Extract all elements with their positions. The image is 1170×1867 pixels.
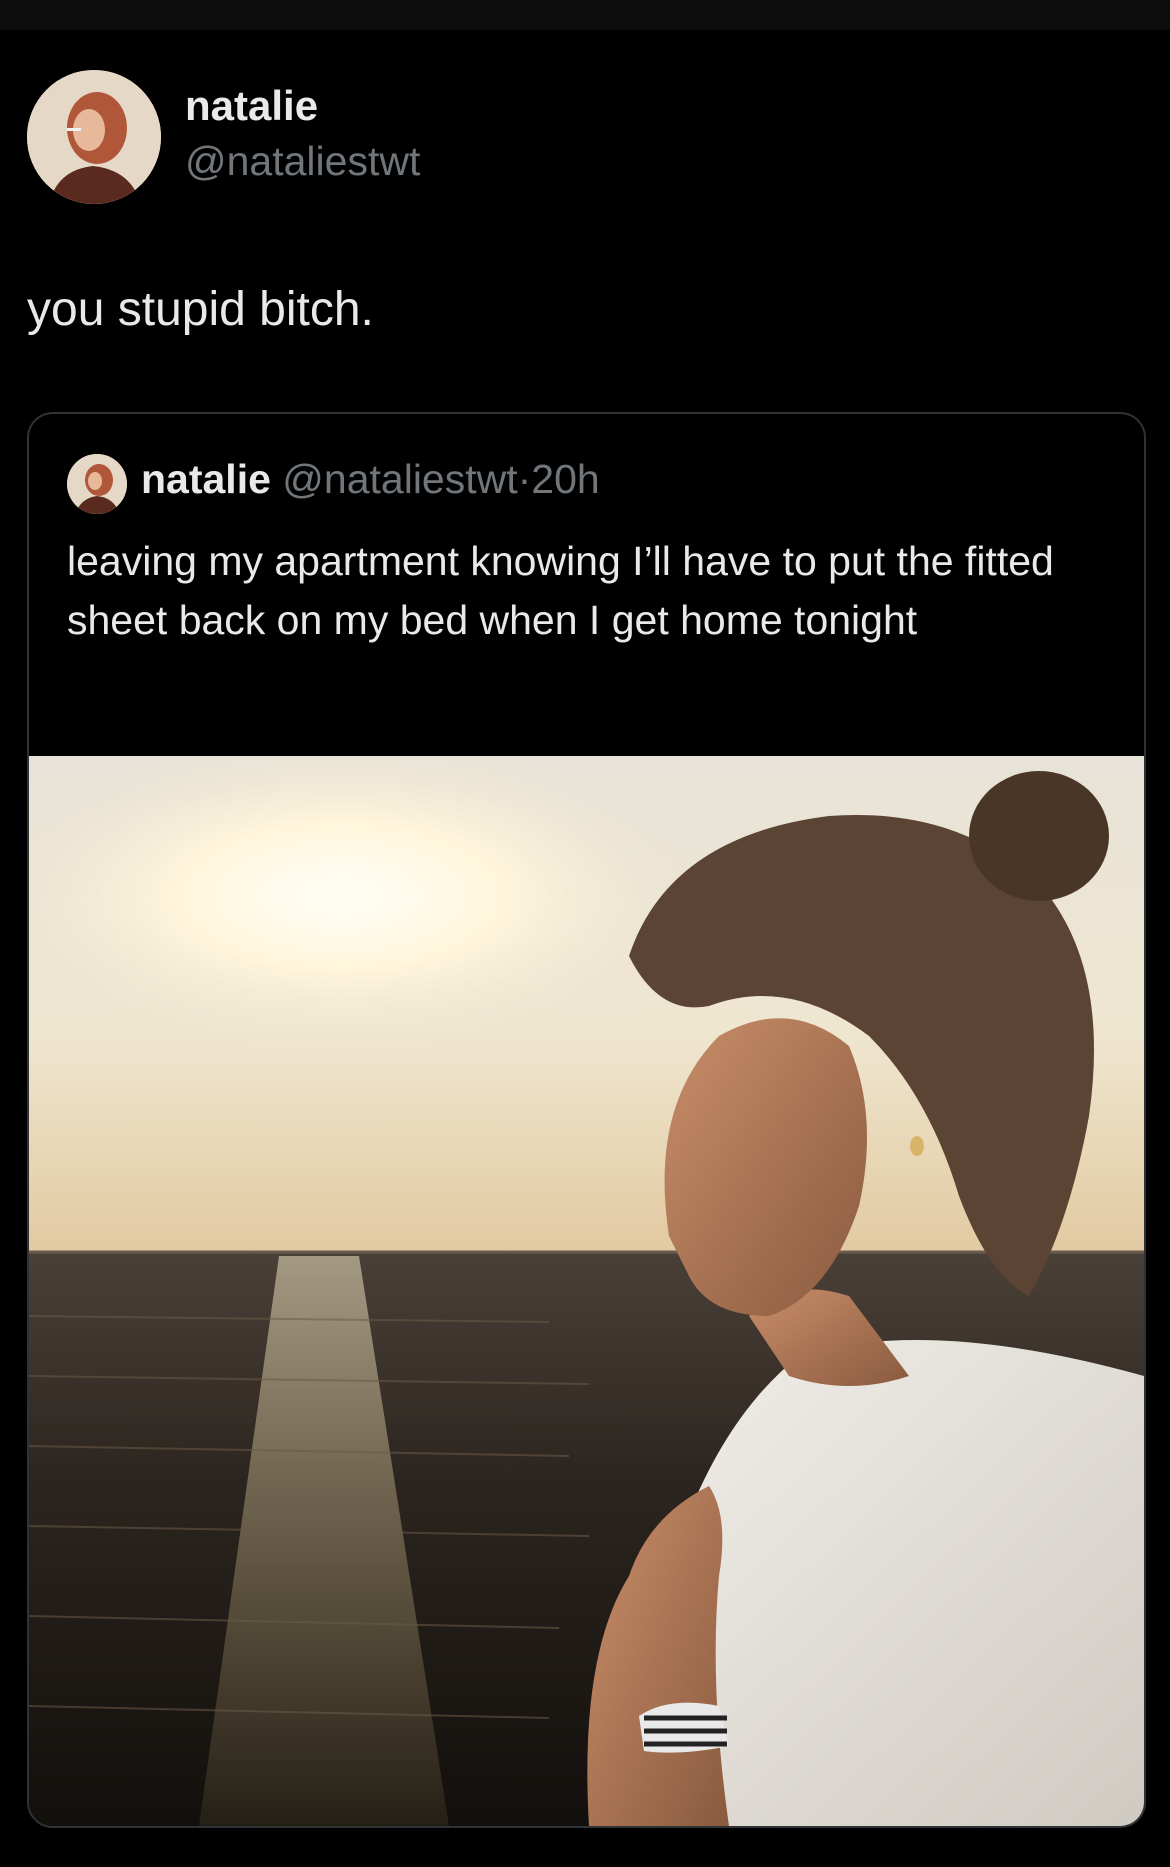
- quoted-tweet-card[interactable]: natalie @nataliestwt·20h leaving my apar…: [27, 412, 1146, 1828]
- sunset-prayer-photo: [29, 756, 1144, 1826]
- quoted-tweet-text: leaving my apartment knowing I’ll have t…: [67, 538, 1054, 643]
- quoted-separator-dot: ·: [517, 456, 532, 502]
- status-bar-strip: [0, 0, 1170, 30]
- tweet-text: you stupid bitch.: [27, 283, 374, 336]
- tweet: natalie @nataliestwt you stupid bitch. n…: [0, 30, 1170, 1867]
- author-name[interactable]: natalie: [185, 82, 318, 130]
- author-handle[interactable]: @nataliestwt: [185, 138, 420, 185]
- quoted-author-handle[interactable]: @nataliestwt: [282, 456, 517, 502]
- quoted-timestamp[interactable]: 20h: [531, 456, 599, 502]
- quoted-tweet-header: natalie @nataliestwt·20h: [141, 456, 600, 503]
- quoted-author-name[interactable]: natalie: [141, 456, 271, 502]
- quoted-author-avatar[interactable]: [67, 454, 127, 514]
- author-avatar[interactable]: [27, 70, 161, 204]
- quoted-tweet-photo[interactable]: [29, 756, 1144, 1826]
- avatar-portrait-image: [27, 70, 161, 204]
- quoted-avatar-portrait-image: [67, 454, 127, 514]
